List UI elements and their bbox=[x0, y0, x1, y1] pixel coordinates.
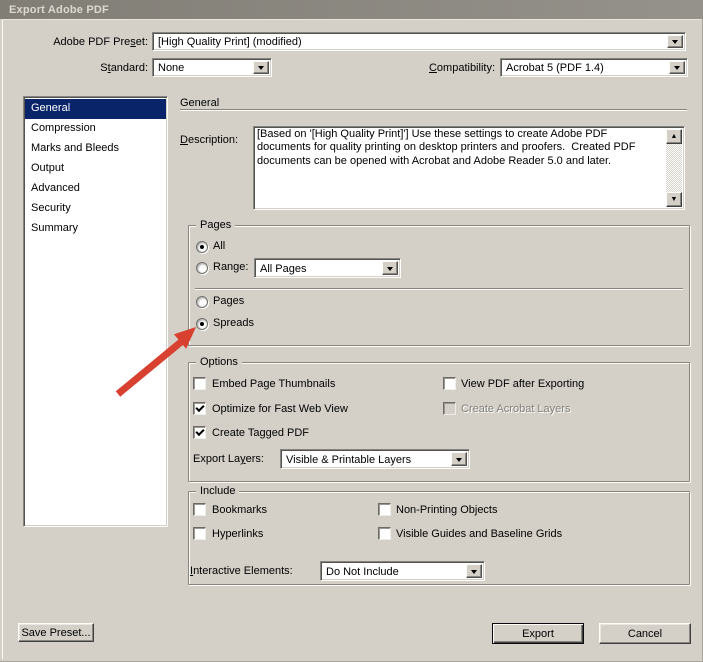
window-edge-top bbox=[2, 19, 701, 20]
checkbox-view-pdf-after-exporting-label[interactable]: View PDF after Exporting bbox=[461, 378, 584, 391]
window-titlebar[interactable]: Export Adobe PDF bbox=[0, 0, 703, 19]
pages-separator bbox=[195, 288, 683, 290]
heading-separator bbox=[180, 109, 687, 111]
export-layers-dropdown-button[interactable] bbox=[451, 452, 467, 466]
include-group-legend: Include bbox=[196, 485, 240, 498]
compatibility-value: Acrobat 5 (PDF 1.4) bbox=[506, 62, 604, 74]
interactive-elements-dropdown-button[interactable] bbox=[466, 564, 482, 578]
standard-dropdown[interactable]: None bbox=[152, 58, 272, 77]
window-edge-left bbox=[2, 19, 3, 659]
checkbox-create-acrobat-layers bbox=[443, 402, 456, 415]
pages-group-legend: Pages bbox=[196, 219, 236, 232]
scroll-up-button[interactable]: ▲ bbox=[666, 129, 682, 144]
preset-value: [High Quality Print] (modified) bbox=[158, 36, 302, 48]
interactive-elements-value: Do Not Include bbox=[326, 566, 399, 578]
window-title: Export Adobe PDF bbox=[9, 3, 109, 16]
sidebar-item-output[interactable]: Output bbox=[25, 159, 166, 179]
checkbox-view-pdf-after-exporting[interactable] bbox=[443, 377, 456, 390]
radio-spreads-label[interactable]: Spreads bbox=[213, 317, 254, 330]
sidebar-item-general[interactable]: General bbox=[25, 99, 166, 119]
export-button-label: Export bbox=[522, 627, 554, 640]
scroll-down-button[interactable]: ▼ bbox=[666, 192, 682, 207]
checkbox-non-printing-objects-label[interactable]: Non-Printing Objects bbox=[396, 504, 498, 517]
chevron-down-icon bbox=[674, 66, 680, 73]
sidebar-item-marks-and-bleeds[interactable]: Marks and Bleeds bbox=[25, 139, 166, 159]
checkbox-create-tagged-pdf[interactable] bbox=[193, 426, 206, 439]
radio-all-label[interactable]: All bbox=[213, 240, 225, 253]
export-layers-label: Export Layers: bbox=[193, 453, 264, 465]
radio-range[interactable] bbox=[196, 262, 208, 274]
radio-range-label[interactable]: Range: bbox=[213, 261, 248, 274]
chevron-down-icon bbox=[471, 569, 477, 577]
checkbox-non-printing-objects[interactable] bbox=[378, 503, 391, 516]
interactive-elements-dropdown[interactable]: Do Not Include bbox=[320, 561, 485, 581]
standard-value: None bbox=[158, 62, 185, 74]
radio-pages[interactable] bbox=[196, 296, 208, 308]
description-textarea[interactable]: [Based on '[High Quality Print]'] Use th… bbox=[253, 126, 685, 210]
description-text: [Based on '[High Quality Print]'] Use th… bbox=[257, 128, 639, 167]
checkbox-hyperlinks-label[interactable]: Hyperlinks bbox=[212, 528, 263, 541]
save-preset-button[interactable]: Save Preset... bbox=[18, 623, 94, 642]
export-button[interactable]: Export bbox=[492, 623, 584, 644]
arrow-down-icon: ▼ bbox=[670, 196, 678, 203]
range-dropdown-button[interactable] bbox=[382, 261, 398, 275]
checkbox-visible-guides-grids[interactable] bbox=[378, 527, 391, 540]
checkbox-optimize-fast-web-view[interactable] bbox=[193, 402, 206, 415]
preset-label: Adobe PDF Preset: bbox=[53, 36, 148, 48]
sidebar-item-summary[interactable]: Summary bbox=[25, 219, 166, 239]
checkbox-hyperlinks[interactable] bbox=[193, 527, 206, 540]
checkbox-visible-guides-grids-label[interactable]: Visible Guides and Baseline Grids bbox=[396, 528, 562, 541]
preset-dropdown[interactable]: [High Quality Print] (modified) bbox=[152, 32, 686, 51]
export-layers-value: Visible & Printable Layers bbox=[286, 454, 412, 466]
radio-all[interactable] bbox=[196, 241, 208, 253]
sidebar-item-security[interactable]: Security bbox=[25, 199, 166, 219]
radio-pages-label[interactable]: Pages bbox=[213, 295, 244, 308]
chevron-down-icon bbox=[387, 266, 393, 274]
preset-dropdown-button[interactable] bbox=[667, 35, 683, 48]
checkbox-create-acrobat-layers-label: Create Acrobat Layers bbox=[461, 403, 571, 415]
checkbox-embed-page-thumbnails[interactable] bbox=[193, 377, 206, 390]
standard-dropdown-button[interactable] bbox=[253, 61, 269, 74]
options-group-legend: Options bbox=[196, 356, 242, 369]
interactive-elements-label: Interactive Elements: bbox=[190, 565, 293, 577]
sidebar-item-advanced[interactable]: Advanced bbox=[25, 179, 166, 199]
checkbox-bookmarks-label[interactable]: Bookmarks bbox=[212, 504, 267, 517]
checkbox-optimize-fast-web-view-label[interactable]: Optimize for Fast Web View bbox=[212, 403, 348, 416]
standard-label: Standard: bbox=[100, 62, 148, 74]
range-combobox[interactable]: All Pages bbox=[254, 258, 401, 278]
chevron-down-icon bbox=[456, 457, 462, 465]
cancel-button[interactable]: Cancel bbox=[599, 623, 691, 644]
range-value: All Pages bbox=[260, 263, 307, 275]
checkbox-embed-page-thumbnails-label[interactable]: Embed Page Thumbnails bbox=[212, 378, 335, 391]
sidebar-item-compression[interactable]: Compression bbox=[25, 119, 166, 139]
checkbox-create-tagged-pdf-label[interactable]: Create Tagged PDF bbox=[212, 427, 309, 440]
export-layers-dropdown[interactable]: Visible & Printable Layers bbox=[280, 449, 470, 469]
description-scrollbar[interactable]: ▲ ▼ bbox=[666, 129, 682, 207]
compatibility-dropdown-button[interactable] bbox=[669, 61, 685, 74]
checkbox-bookmarks[interactable] bbox=[193, 503, 206, 516]
pages-group: Pages bbox=[188, 219, 690, 346]
compatibility-dropdown[interactable]: Acrobat 5 (PDF 1.4) bbox=[500, 58, 688, 77]
arrow-up-icon: ▲ bbox=[670, 133, 678, 140]
chevron-down-icon bbox=[258, 66, 264, 73]
save-preset-button-label: Save Preset... bbox=[21, 626, 91, 639]
settings-category-list: General Compression Marks and Bleeds Out… bbox=[23, 96, 168, 527]
cancel-button-label: Cancel bbox=[627, 627, 663, 640]
description-label: Description: bbox=[180, 134, 239, 146]
chevron-down-icon bbox=[672, 40, 678, 47]
compatibility-label: Compatibility: bbox=[428, 62, 495, 74]
